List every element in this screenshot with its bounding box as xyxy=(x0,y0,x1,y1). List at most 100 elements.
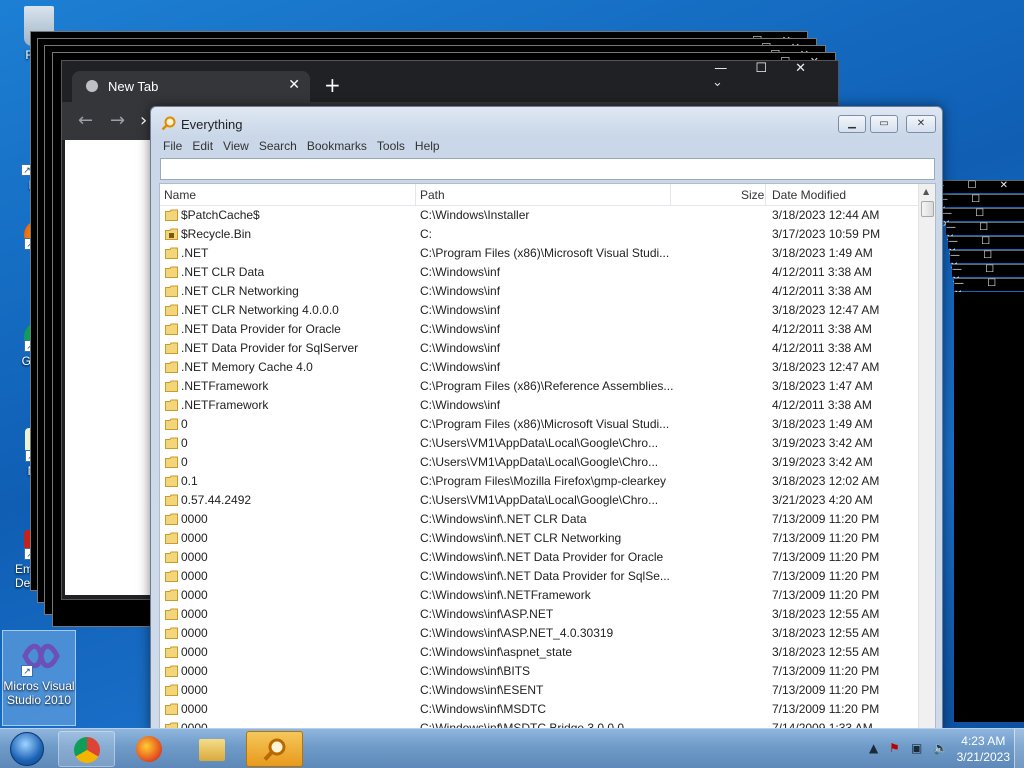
everything-window[interactable]: Everything ▁ ▭ ✕ File Edit View Search Bookm… xyxy=(150,106,943,732)
cell-date-modified: 3/19/2023 3:42 AM xyxy=(772,436,873,450)
menu-bar: File Edit View Search Bookmarks Tools Help xyxy=(159,137,936,159)
table-row[interactable]: 0000 C:\Windows\inf\BITS 7/13/2009 11:20 P… xyxy=(160,662,920,681)
column-header-size[interactable]: Size xyxy=(741,188,764,202)
start-button[interactable] xyxy=(2,730,54,768)
table-row[interactable]: .NET Data Provider for Oracle C:\Windows\… xyxy=(160,320,920,339)
column-header-name[interactable]: Name xyxy=(164,188,196,202)
chrome-tab-title: New Tab xyxy=(108,79,159,94)
menu-search[interactable]: Search xyxy=(255,137,303,155)
column-separator[interactable] xyxy=(415,184,416,205)
table-row[interactable]: 0000 C:\Windows\inf\MSDTC 7/13/2009 11:20 … xyxy=(160,700,920,719)
table-row[interactable]: .NET Memory Cache 4.0 C:\Windows\inf 3/18/… xyxy=(160,358,920,377)
table-row[interactable]: .NET CLR Networking 4.0.0.0 C:\Windows\in… xyxy=(160,301,920,320)
table-row[interactable]: 0000 C:\Windows\inf\ESENT 7/13/2009 11:20 … xyxy=(160,681,920,700)
folder-icon xyxy=(165,418,178,430)
search-input[interactable] xyxy=(160,158,935,180)
close-tab-icon[interactable]: ✕ xyxy=(288,77,300,93)
menu-tools[interactable]: Tools xyxy=(373,137,411,155)
scroll-up-arrow-icon[interactable]: ▲ xyxy=(923,187,929,196)
close-button[interactable]: ✕ xyxy=(906,115,936,133)
table-row[interactable]: .NET C:\Program Files (x86)\Microsoft Vis… xyxy=(160,244,920,263)
table-row[interactable]: 0000 C:\Windows\inf\ASP.NET 3/18/2023 12:5… xyxy=(160,605,920,624)
taskbar-chrome[interactable] xyxy=(58,731,115,767)
ghost-strip: — ☐ ✕ xyxy=(942,208,1024,230)
taskbar: ▲ ⚑ ▣ 🔈 4:23 AM 3/21/2023 xyxy=(0,728,1024,768)
cell-path: C:\Windows\inf xyxy=(420,341,501,355)
minimize-button[interactable]: ▁ xyxy=(838,115,866,133)
column-separator[interactable] xyxy=(670,184,671,205)
scrollbar-thumb[interactable] xyxy=(921,201,934,217)
table-row[interactable]: 0000 C:\Windows\inf\.NET CLR Data 7/13/200… xyxy=(160,510,920,529)
cell-path: C:\Windows\inf\BITS xyxy=(420,664,531,678)
clock-time: 4:23 AM xyxy=(961,734,1006,748)
cell-date-modified: 7/13/2009 11:20 PM xyxy=(772,512,880,526)
new-tab-button[interactable]: + xyxy=(324,73,341,97)
cell-date-modified: 3/18/2023 1:49 AM xyxy=(772,246,873,260)
table-row[interactable]: 0000 C:\Windows\inf\ASP.NET_4.0.30319 3/18… xyxy=(160,624,920,643)
table-row[interactable]: 0.57.44.2492 C:\Users\VM1\AppData\Local\G… xyxy=(160,491,920,510)
cell-name: 0000 xyxy=(181,664,208,678)
cell-name: 0 xyxy=(181,436,188,450)
cell-path: C:\Program Files (x86)\Reference Assembl… xyxy=(420,379,674,393)
folder-icon xyxy=(165,266,178,278)
table-row[interactable]: 0 C:\Program Files (x86)\Microsoft Visual… xyxy=(160,415,920,434)
maximize-button[interactable]: ▭ xyxy=(870,115,898,133)
cell-name: 0 xyxy=(181,455,188,469)
table-row[interactable]: 0.1 C:\Program Files\Mozilla Firefox\gmp-… xyxy=(160,472,920,491)
cell-date-modified: 3/18/2023 1:47 AM xyxy=(772,379,873,393)
table-row[interactable]: $Recycle.Bin C: 3/17/2023 10:59 PM xyxy=(160,225,920,244)
desktop-icon-visual-studio[interactable]: ↗ Micros Visual Studio 2010 xyxy=(2,630,76,726)
reload-button[interactable]: › xyxy=(140,110,147,131)
table-row[interactable]: 0000 C:\Windows\inf\.NET Data Provider fo… xyxy=(160,548,920,567)
table-row[interactable]: .NET Data Provider for SqlServer C:\Windo… xyxy=(160,339,920,358)
back-button[interactable]: ← xyxy=(78,110,93,131)
folder-icon xyxy=(165,209,178,221)
vertical-scrollbar[interactable]: ▲ xyxy=(918,184,935,731)
volume-icon[interactable]: 🔈 xyxy=(933,741,948,755)
show-desktop-button[interactable] xyxy=(1014,729,1024,768)
everything-titlebar[interactable]: Everything ▁ ▭ ✕ xyxy=(151,107,942,139)
table-row[interactable]: 0 C:\Users\VM1\AppData\Local\Google\Chro.… xyxy=(160,434,920,453)
action-center-icon[interactable]: ⚑ xyxy=(889,741,900,755)
cell-date-modified: 4/12/2011 3:38 AM xyxy=(772,322,872,336)
taskbar-firefox[interactable] xyxy=(121,731,178,767)
table-row[interactable]: .NET CLR Data C:\Windows\inf 4/12/2011 3:3… xyxy=(160,263,920,282)
cell-date-modified: 7/13/2009 11:20 PM xyxy=(772,569,880,583)
menu-bookmarks[interactable]: Bookmarks xyxy=(303,137,373,155)
ghost-strip: — ☐ ✕ xyxy=(954,278,1024,300)
forward-button[interactable]: → xyxy=(110,110,125,131)
menu-file[interactable]: File xyxy=(159,137,188,155)
ghost-strip: — ☐ ✕ xyxy=(952,264,1024,286)
clock-date: 3/21/2023 xyxy=(956,750,1010,764)
menu-help[interactable]: Help xyxy=(411,137,446,155)
chrome-tab-new-tab[interactable]: New Tab ✕ xyxy=(72,71,310,102)
table-row[interactable]: 0000 C:\Windows\inf\aspnet_state 3/18/2023… xyxy=(160,643,920,662)
show-hidden-icons-icon[interactable]: ▲ xyxy=(869,741,878,755)
cell-name: .NET Data Provider for SqlServer xyxy=(181,341,359,355)
table-row[interactable]: 0000 C:\Windows\inf\.NET Data Provider fo… xyxy=(160,567,920,586)
cell-path: C:\Windows\inf xyxy=(420,322,501,336)
table-row[interactable]: $PatchCache$ C:\Windows\Installer 3/18/202… xyxy=(160,206,920,225)
menu-view[interactable]: View xyxy=(219,137,255,155)
column-header-date[interactable]: Date Modified xyxy=(772,188,846,202)
taskbar-everything[interactable] xyxy=(246,731,303,767)
column-header-path[interactable]: Path xyxy=(420,188,445,202)
shortcut-arrow-icon: ↗ xyxy=(21,665,33,677)
results-rows: $PatchCache$ C:\Windows\Installer 3/18/202… xyxy=(160,206,920,731)
table-row[interactable]: 0 C:\Users\VM1\AppData\Local\Google\Chro.… xyxy=(160,453,920,472)
table-row[interactable]: .NET CLR Networking C:\Windows\inf 4/12/20… xyxy=(160,282,920,301)
cell-name: 0000 xyxy=(181,588,208,602)
network-icon[interactable]: ▣ xyxy=(911,741,922,755)
table-row[interactable]: .NETFramework C:\Program Files (x86)\Refe… xyxy=(160,377,920,396)
column-separator[interactable] xyxy=(765,184,766,205)
table-row[interactable]: .NETFramework C:\Windows\inf 4/12/2011 3:3… xyxy=(160,396,920,415)
taskbar-file-explorer[interactable] xyxy=(184,731,241,767)
tab-search-dropdown-icon[interactable]: ⌄ xyxy=(712,75,723,90)
table-row[interactable]: 0000 C:\Windows\inf\.NETFramework 7/13/200… xyxy=(160,586,920,605)
folder-icon xyxy=(165,456,178,468)
results-list[interactable]: Name Path Size Date Modified $PatchCache… xyxy=(159,183,936,732)
chrome-window-controls[interactable]: — ☐ ✕ xyxy=(714,61,818,76)
clock[interactable]: 4:23 AM 3/21/2023 xyxy=(957,733,1010,765)
menu-edit[interactable]: Edit xyxy=(188,137,219,155)
table-row[interactable]: 0000 C:\Windows\inf\.NET CLR Networking 7/… xyxy=(160,529,920,548)
